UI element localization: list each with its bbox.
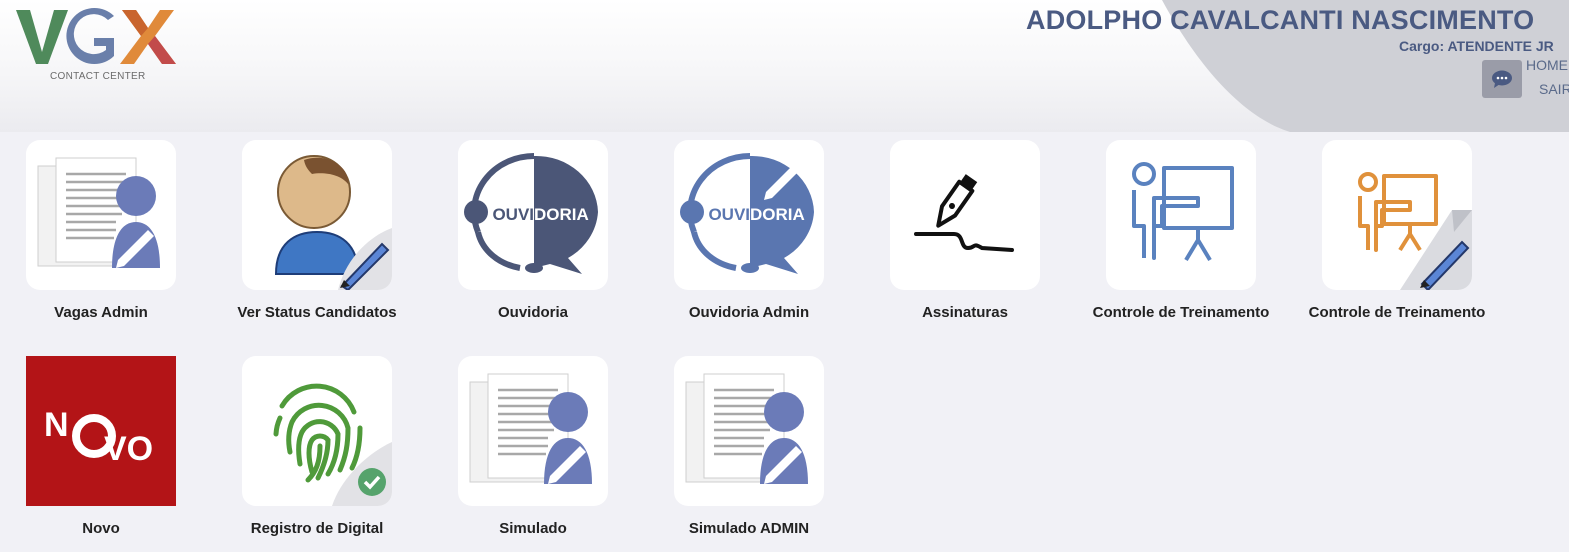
nav-home-link[interactable]: HOME [1526,57,1568,73]
fingerprint-check-icon [273,383,392,506]
app-label-simulado: Simulado [499,520,567,537]
app-tile-controle-de-treinamento[interactable] [1106,140,1256,290]
user-role: Cargo: ATENDENTE JR [1399,38,1554,54]
ouvidoria-speech-icon: OUVI DORIA [464,153,598,274]
svg-text:DORIA: DORIA [750,205,805,224]
app-tile-vagas-admin[interactable] [26,140,176,290]
app-label-assinaturas: Assinaturas [922,304,1008,321]
training-presenter-edit-icon [1358,172,1472,290]
header: CONTACT CENTER ADOLPHO CAVALCANTI NASCIM… [0,0,1569,132]
app-label-registro-de-digital: Registro de Digital [250,520,384,537]
app-label-ver-status-candidatos: Ver Status Candidatos [237,304,397,321]
chat-button[interactable] [1482,60,1522,98]
novo-badge-icon: N VO [44,406,153,468]
chat-bubble-icon [1492,70,1512,88]
app-label-simulado-admin: Simulado ADMIN [688,520,810,537]
signature-pen-icon [914,174,1014,252]
app-tile-controle-de-treinamento-admin[interactable] [1322,140,1472,290]
svg-text:N: N [44,406,69,444]
svg-text:DORIA: DORIA [534,205,589,224]
document-person-edit-icon [37,157,160,268]
nav-exit-link[interactable]: SAIR [1539,81,1569,97]
app-tile-ouvidoria[interactable]: OUVI DORIA [458,140,608,290]
app-label-ouvidoria: Ouvidoria [497,304,568,321]
logo-subtitle: CONTACT CENTER [50,71,146,82]
app-tile-assinaturas[interactable] [890,140,1040,290]
app-label-novo: Novo [82,520,120,537]
app-tile-novo[interactable]: N VO [26,356,176,506]
app-label-controle-de-treinamento: Controle de Treinamento [1092,304,1270,321]
svg-text:OUVI: OUVI [708,205,750,224]
document-person-edit-icon [685,373,808,484]
user-name: ADOLPHO CAVALCANTI NASCIMENTO [1026,5,1535,35]
document-person-edit-icon [469,373,592,484]
app-tile-ouvidoria-admin[interactable]: OUVI DORIA [674,140,824,290]
app-label-controle-de-treinamento-admin: Controle de Treinamento [1308,304,1486,321]
app-tile-registro-de-digital[interactable] [242,356,392,506]
app-label-ouvidoria-admin: Ouvidoria Admin [688,304,810,321]
training-presenter-icon [1132,162,1234,262]
app-tile-ver-status-candidatos[interactable] [242,140,392,290]
app-tile-simulado[interactable] [458,356,608,506]
person-pen-icon [274,155,392,290]
app-tile-simulado-admin[interactable] [674,356,824,506]
svg-text:VO: VO [104,430,153,468]
ouvidoria-admin-speech-icon: OUVI DORIA [680,153,814,274]
app-label-vagas-admin: Vagas Admin [54,304,148,321]
